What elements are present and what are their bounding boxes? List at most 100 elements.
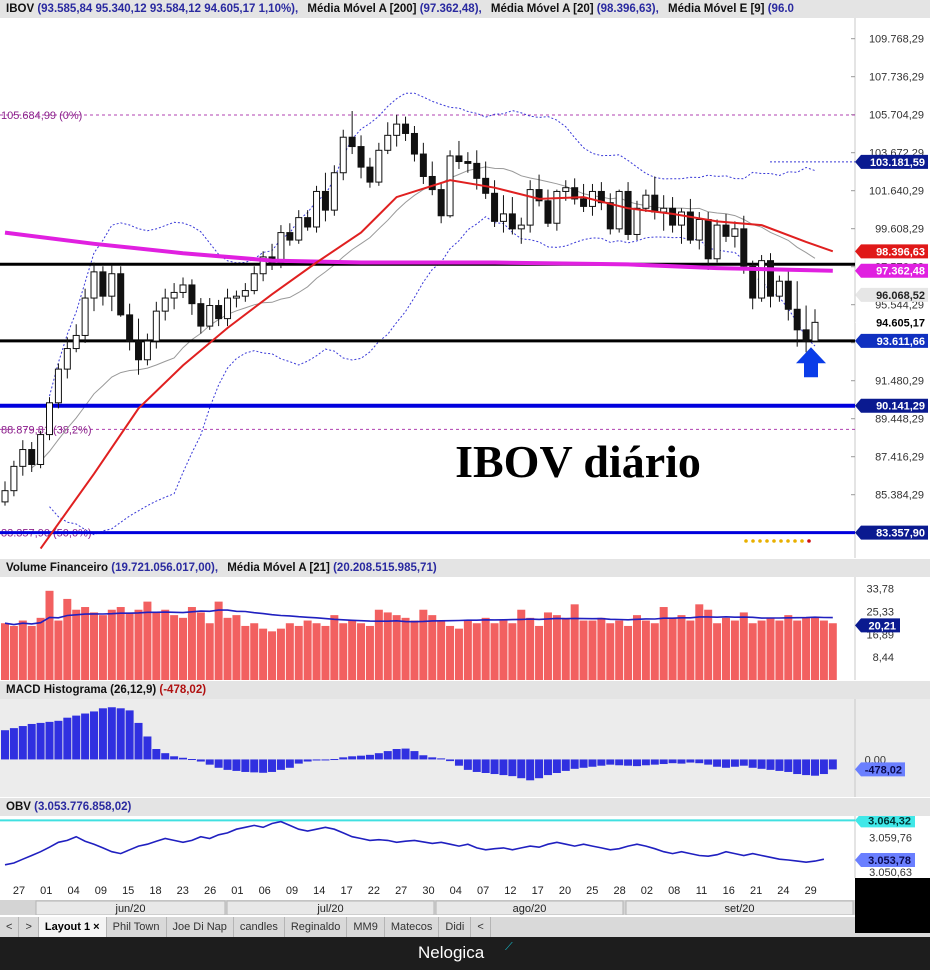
macd-bar xyxy=(357,755,366,760)
volume-bar xyxy=(294,625,303,680)
volume-bar xyxy=(766,617,775,680)
candle-body xyxy=(117,273,125,316)
candle-body xyxy=(224,297,232,320)
volume-bar xyxy=(365,625,374,680)
macd-panel[interactable]: 0,00-478,02 xyxy=(0,699,930,797)
price-label-text: 3.053,78 xyxy=(868,855,911,867)
tab-mm9[interactable]: MM9 xyxy=(347,917,385,937)
volume-bar xyxy=(90,612,99,680)
macd-bar xyxy=(811,759,819,776)
last-price-label: 94.605,17 xyxy=(855,315,928,330)
tab-didi[interactable]: Didi xyxy=(439,917,472,937)
candle-body xyxy=(108,273,116,297)
volume-bar xyxy=(526,617,535,680)
macd-bar xyxy=(570,759,579,769)
tab-close-icon[interactable]: × xyxy=(93,917,99,937)
macd-bar xyxy=(1,730,9,760)
candle-body xyxy=(677,211,685,226)
macd-bar xyxy=(686,759,695,763)
volume-bar xyxy=(250,623,259,680)
macd-bar xyxy=(615,759,624,766)
macd-bar xyxy=(819,759,828,775)
candle-body xyxy=(544,200,552,224)
x-tick-label: 01 xyxy=(40,885,52,897)
candle-body xyxy=(606,202,614,230)
macd-bar xyxy=(561,759,570,771)
brand-mark-icon: ⟋ xyxy=(505,941,513,953)
volume-bar xyxy=(793,620,802,680)
tab-joe-di-nap[interactable]: Joe Di Nap xyxy=(167,917,234,937)
macd-bar xyxy=(535,759,544,779)
volume-bar xyxy=(214,601,223,680)
macd-bar xyxy=(250,759,259,773)
candle-body xyxy=(72,334,80,350)
volume-bar xyxy=(27,625,36,680)
fib-level-label: 105.684,99 (0%) xyxy=(1,110,82,122)
candle-body xyxy=(695,218,703,241)
macd-bar xyxy=(641,759,650,766)
candle-body xyxy=(250,273,258,292)
signal-dot xyxy=(765,539,769,543)
tab-reginaldo[interactable]: Reginaldo xyxy=(285,917,348,937)
volume-bar xyxy=(98,615,107,680)
volume-bar xyxy=(650,623,659,680)
volume-bar xyxy=(81,607,90,680)
volume-bar xyxy=(454,628,463,680)
obv-panel[interactable]: 3.059,763.050,633.064,323.053,78 xyxy=(0,813,930,879)
macd-bar xyxy=(552,759,561,773)
volume-bar xyxy=(677,615,686,680)
obv-label: OBV xyxy=(6,801,31,813)
candle-body xyxy=(553,190,561,224)
volume-bar xyxy=(45,590,54,680)
macd-bar xyxy=(410,751,419,760)
volume-panel[interactable]: 33,7825,3316,898,4420,21 xyxy=(0,577,930,680)
macd-value: (-478,02) xyxy=(159,684,207,696)
price-label-text: 93.611,66 xyxy=(877,336,925,348)
volume-bar xyxy=(125,612,134,680)
tabs-prev-button[interactable]: < xyxy=(0,917,20,937)
x-tick-label: 24 xyxy=(777,885,789,897)
candle-body xyxy=(179,284,187,293)
macd-bar xyxy=(677,759,686,764)
bollinger-price-label: 103.181,59 xyxy=(855,154,928,169)
volume-bar xyxy=(819,620,828,680)
volume-bar xyxy=(18,620,27,680)
macd-bar xyxy=(312,759,321,761)
obv-value: (3.053.776.858,02) xyxy=(34,801,132,813)
tab-layout-1[interactable]: Layout 1 × xyxy=(38,917,107,937)
volume-bar xyxy=(811,617,819,680)
trading-platform: 109.768,29 107.736,29 105.704,29 103.672,29… xyxy=(0,0,930,970)
tab-matecos[interactable]: Matecos xyxy=(385,917,440,937)
price-label-text: 94.605,17 xyxy=(876,317,925,329)
candle-body xyxy=(802,329,810,342)
month-label: jul/20 xyxy=(316,903,343,915)
candle-body xyxy=(713,224,721,260)
candle-body xyxy=(99,271,107,297)
macd-bar xyxy=(490,759,499,775)
volume-bar xyxy=(63,598,72,680)
volume-bar xyxy=(339,623,348,680)
candle-body xyxy=(526,189,534,226)
month-label: set/20 xyxy=(725,903,755,915)
macd-bar xyxy=(72,715,81,760)
tabs-scroll-button[interactable]: < xyxy=(471,917,491,937)
signal-dot xyxy=(793,539,797,543)
volume-bar xyxy=(552,615,561,680)
candle-body xyxy=(152,310,160,342)
macd-bar xyxy=(9,728,18,760)
macd-bar xyxy=(802,759,811,776)
x-tick-label: 14 xyxy=(313,885,325,897)
macd-bar xyxy=(624,759,633,766)
x-tick-label: 12 xyxy=(504,885,516,897)
macd-label: MACD Histograma (26,12,9) xyxy=(6,684,157,696)
macd-bar xyxy=(401,748,410,760)
candle-body xyxy=(473,162,481,179)
x-tick-label: 01 xyxy=(231,885,243,897)
tab-candles[interactable]: candles xyxy=(234,917,285,937)
obv-plot-bg xyxy=(0,816,930,878)
tab-phil-town[interactable]: Phil Town xyxy=(107,917,167,937)
tabs-next-button[interactable]: > xyxy=(19,917,39,937)
x-axis: 27 01 04 09 15 18 23 26 01 06 09 14 17 22 27 30 04 07 12 17… xyxy=(0,878,855,915)
volume-tick-label: 33,78 xyxy=(866,584,894,596)
sma200-label: Média Móvel A [200] xyxy=(307,3,417,15)
